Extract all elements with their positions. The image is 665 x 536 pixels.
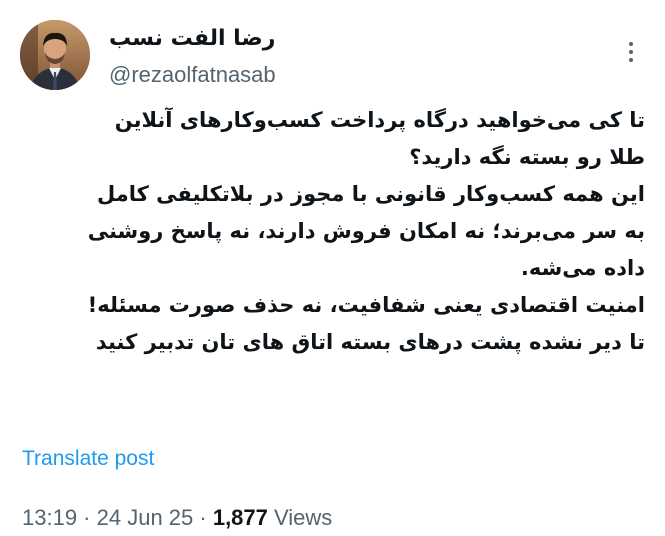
- tweet-text-line: تا دیر نشده پشت درهای بسته اتاق های تان …: [95, 330, 645, 354]
- translate-post-link[interactable]: Translate post: [22, 447, 154, 471]
- tweet-text-line: داده می‌شه.: [520, 256, 645, 280]
- more-dot-icon: [629, 50, 633, 54]
- tweet-text: تا کی می‌خواهید درگاه پرداخت کسب‌وکارهای…: [20, 102, 645, 361]
- author-info[interactable]: رضا الفت نسب @rezaolfatnasab: [109, 26, 276, 88]
- tweet-text-line: طلا رو بسته نگه دارید؟: [409, 145, 645, 169]
- views-count[interactable]: 1,877: [213, 505, 268, 530]
- handle[interactable]: @rezaolfatnasab: [109, 62, 276, 88]
- tweet-header: رضا الفت نسب @rezaolfatnasab: [20, 20, 645, 90]
- post-date[interactable]: 24 Jun 25: [97, 505, 194, 530]
- person-avatar-photo-icon: [20, 20, 90, 90]
- tweet-detail: رضا الفت نسب @rezaolfatnasab تا کی می‌خو…: [0, 0, 665, 536]
- tweet-text-line: امنیت اقتصادی یعنی شفافیت، نه حذف صورت م…: [87, 293, 645, 317]
- more-options-button[interactable]: [621, 38, 641, 66]
- more-dot-icon: [629, 58, 633, 62]
- post-time[interactable]: 13:19: [22, 505, 77, 530]
- meta-separator: ·: [77, 505, 97, 530]
- tweet-meta: 13:19 · 24 Jun 25 · 1,877 Views: [22, 505, 332, 531]
- more-dot-icon: [629, 42, 633, 46]
- tweet-text-line: به سر می‌برند؛ نه امکان فروش دارند، نه پ…: [87, 219, 645, 243]
- avatar[interactable]: [20, 20, 90, 90]
- views-label: Views: [267, 505, 333, 530]
- tweet-text-line: تا کی می‌خواهید درگاه پرداخت کسب‌وکارهای…: [114, 108, 645, 132]
- meta-separator: ·: [193, 505, 213, 530]
- tweet-text-line: این همه کسب‌وکار قانونی با مجوز در بلاتک…: [96, 182, 645, 206]
- display-name[interactable]: رضا الفت نسب: [109, 26, 276, 52]
